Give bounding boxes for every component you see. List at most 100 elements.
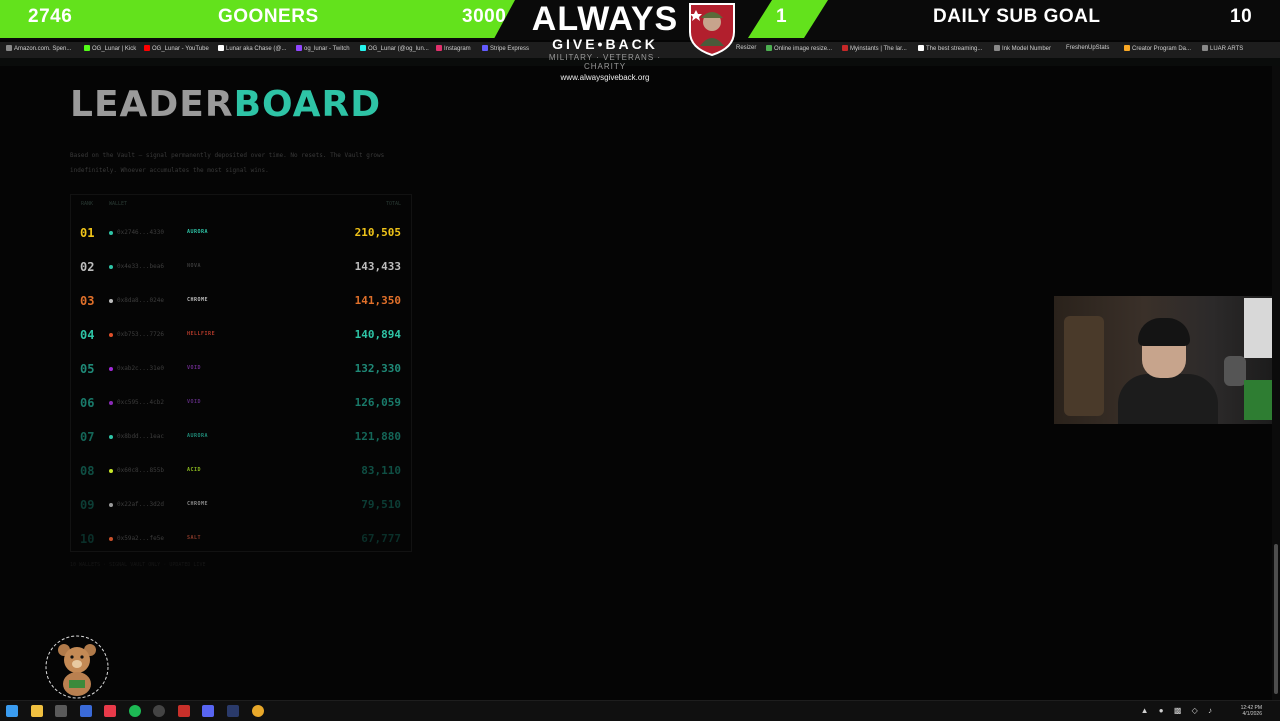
sub-count-band bbox=[748, 0, 828, 38]
scrollbar-thumb[interactable] bbox=[1274, 544, 1278, 694]
bookmark-item[interactable]: og_lunar - Twitch bbox=[296, 45, 350, 52]
sub-count: 1 bbox=[776, 6, 788, 27]
row-tag: AURORA bbox=[187, 229, 209, 235]
row-wallet: 0x4e33...bea6 bbox=[117, 263, 164, 270]
discord-icon[interactable] bbox=[202, 705, 214, 717]
bookmark-item[interactable]: Myinstants | The lar... bbox=[842, 45, 907, 52]
bookmark-label: Resizer bbox=[736, 45, 757, 51]
status-dot-icon bbox=[109, 503, 113, 507]
bookmark-item[interactable]: FreshenUpStats bbox=[1066, 45, 1109, 51]
table-header: RANK WALLET TOTAL bbox=[71, 195, 411, 213]
row-tag: ACID bbox=[187, 467, 202, 473]
bookmark-item[interactable]: Instagram bbox=[436, 45, 471, 52]
row-tag: NOVA bbox=[187, 263, 202, 269]
row-rank: 02 bbox=[80, 260, 95, 274]
table-row: 10 0x59a2...fe5e SALT 67,777 bbox=[71, 522, 411, 556]
soldier-shield-icon bbox=[689, 3, 735, 56]
system-clock[interactable]: 12:42 PM 4/1/2026 bbox=[1241, 705, 1262, 717]
instagram-icon bbox=[436, 45, 442, 51]
bookmark-item[interactable]: Amazon.com. Spen... bbox=[6, 45, 71, 52]
bookmark-item[interactable]: Resizer bbox=[736, 45, 756, 51]
table-row: 08 0x60c8...855b ACID 83,110 bbox=[71, 454, 411, 488]
row-total: 143,433 bbox=[354, 260, 401, 273]
bookmark-label: Online image resize... bbox=[774, 46, 833, 52]
gooners-goal: 3000 bbox=[462, 6, 507, 27]
row-total: 141,350 bbox=[354, 294, 401, 307]
bookmark-item[interactable]: Lunar aka Chase (@... bbox=[218, 45, 286, 52]
bookmark-label: Ink Model Number bbox=[1002, 46, 1052, 52]
status-dot-icon bbox=[109, 435, 113, 439]
status-dot-icon bbox=[109, 333, 113, 337]
page-scrollbar[interactable] bbox=[1272, 66, 1280, 700]
youtube-icon bbox=[144, 45, 150, 51]
table-row: 09 0x22af...3d2d CHROME 79,510 bbox=[71, 488, 411, 522]
bookmark-label: Amazon.com. Spen... bbox=[14, 46, 72, 52]
row-tag: VOID bbox=[187, 365, 202, 371]
row-rank: 03 bbox=[80, 294, 95, 308]
taskbar-app-icon[interactable] bbox=[55, 705, 67, 717]
taskbar-app-icon[interactable] bbox=[178, 705, 190, 717]
gooners-label: GOONERS bbox=[218, 6, 319, 27]
header-total: TOTAL bbox=[385, 201, 401, 207]
row-wallet: 0x8bdd...1eac bbox=[117, 433, 164, 440]
row-total: 210,505 bbox=[354, 226, 401, 239]
row-rank: 04 bbox=[80, 328, 95, 342]
file-explorer-icon[interactable] bbox=[31, 705, 43, 717]
windows-start-icon[interactable] bbox=[6, 705, 18, 717]
row-tag: CHROME bbox=[187, 297, 209, 303]
row-tag: HELLFIRE bbox=[187, 331, 216, 337]
table-row: 04 0xb753...7726 HELLFIRE 140,894 bbox=[71, 318, 411, 352]
logo-url: www.alwaysgiveback.org bbox=[560, 73, 650, 82]
row-wallet: 0x60c8...855b bbox=[117, 467, 164, 474]
spotify-icon[interactable] bbox=[129, 705, 141, 717]
bookmark-item[interactable]: LUAR ARTS bbox=[1202, 45, 1243, 52]
bookmark-label: OG_Lunar - YouTube bbox=[152, 46, 209, 52]
row-total: 121,880 bbox=[354, 430, 401, 443]
x-icon bbox=[218, 45, 224, 51]
row-tag: SALT bbox=[187, 535, 202, 541]
bookmark-item[interactable]: Ink Model Number bbox=[994, 45, 1051, 52]
bookmark-label: Instagram bbox=[444, 46, 471, 52]
bookmark-favicon-icon bbox=[1202, 45, 1208, 51]
myinstants-icon bbox=[842, 45, 848, 51]
row-total: 67,777 bbox=[361, 532, 401, 545]
row-total: 83,110 bbox=[361, 464, 401, 477]
taskbar-app-icon[interactable] bbox=[80, 705, 92, 717]
chrome-icon[interactable] bbox=[252, 705, 264, 717]
bookmark-favicon-icon bbox=[994, 45, 1000, 51]
logo-giveback-text: GIVE•BACK bbox=[552, 36, 658, 52]
taskbar-app-icon[interactable] bbox=[104, 705, 116, 717]
leaderboard-footer: 10 WALLETS · SIGNAL VAULT ONLY · UPDATED… bbox=[70, 562, 206, 568]
bookmark-item[interactable]: The best streaming... bbox=[918, 45, 982, 52]
row-wallet: 0x59a2...fe5e bbox=[117, 535, 164, 542]
windows-taskbar: ▲ ● ▩ ◇ ♪ 12:42 PM 4/1/2026 bbox=[0, 700, 1280, 721]
status-dot-icon bbox=[109, 469, 113, 473]
row-total: 126,059 bbox=[354, 396, 401, 409]
row-total: 132,330 bbox=[354, 362, 401, 375]
row-tag: VOID bbox=[187, 399, 202, 405]
bookmark-item[interactable]: Stripe Express bbox=[482, 45, 529, 52]
system-tray-icons[interactable]: ▲ ● ▩ ◇ ♪ bbox=[1141, 706, 1216, 715]
status-dot-icon bbox=[109, 231, 113, 235]
obs-icon[interactable] bbox=[153, 705, 165, 717]
bookmark-item[interactable]: OG_Lunar | Kick bbox=[84, 45, 136, 52]
sub-goal-target: 10 bbox=[1230, 6, 1253, 27]
clock-date: 4/1/2026 bbox=[1242, 711, 1262, 717]
bookmark-item[interactable]: OG_Lunar (@og_lun... bbox=[360, 45, 429, 52]
row-rank: 07 bbox=[80, 430, 95, 444]
image-resize-icon bbox=[766, 45, 772, 51]
sub-goal-label: DAILY SUB GOAL bbox=[933, 6, 1101, 27]
taskbar-app-icon[interactable] bbox=[227, 705, 239, 717]
bookmark-label: Creator Program Da... bbox=[1132, 46, 1192, 52]
bookmark-item[interactable]: Creator Program Da... bbox=[1124, 45, 1191, 52]
bookmark-label: Myinstants | The lar... bbox=[850, 46, 907, 52]
bookmark-item[interactable]: OG_Lunar - YouTube bbox=[144, 45, 209, 52]
logo-always-text: ALWAYS bbox=[531, 0, 679, 38]
row-wallet: 0xb753...7726 bbox=[117, 331, 164, 338]
stripe-icon bbox=[482, 45, 488, 51]
bookmark-label: og_lunar - Twitch bbox=[304, 46, 350, 52]
gooners-count: 2746 bbox=[28, 6, 73, 27]
bookmark-favicon-icon bbox=[6, 45, 12, 51]
bookmark-item[interactable]: Online image resize... bbox=[766, 45, 832, 52]
bookmark-label: FreshenUpStats bbox=[1066, 45, 1110, 51]
